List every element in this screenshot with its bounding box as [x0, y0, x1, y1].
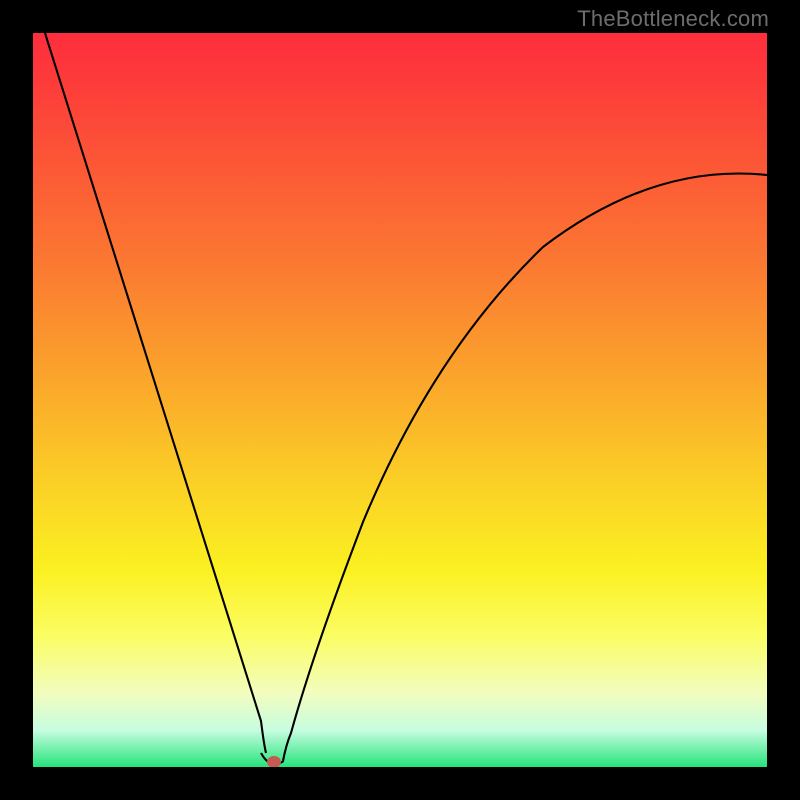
watermark-text: TheBottleneck.com	[577, 6, 769, 32]
plot-gradient-background	[33, 33, 767, 767]
chart-frame: TheBottleneck.com	[0, 0, 800, 800]
